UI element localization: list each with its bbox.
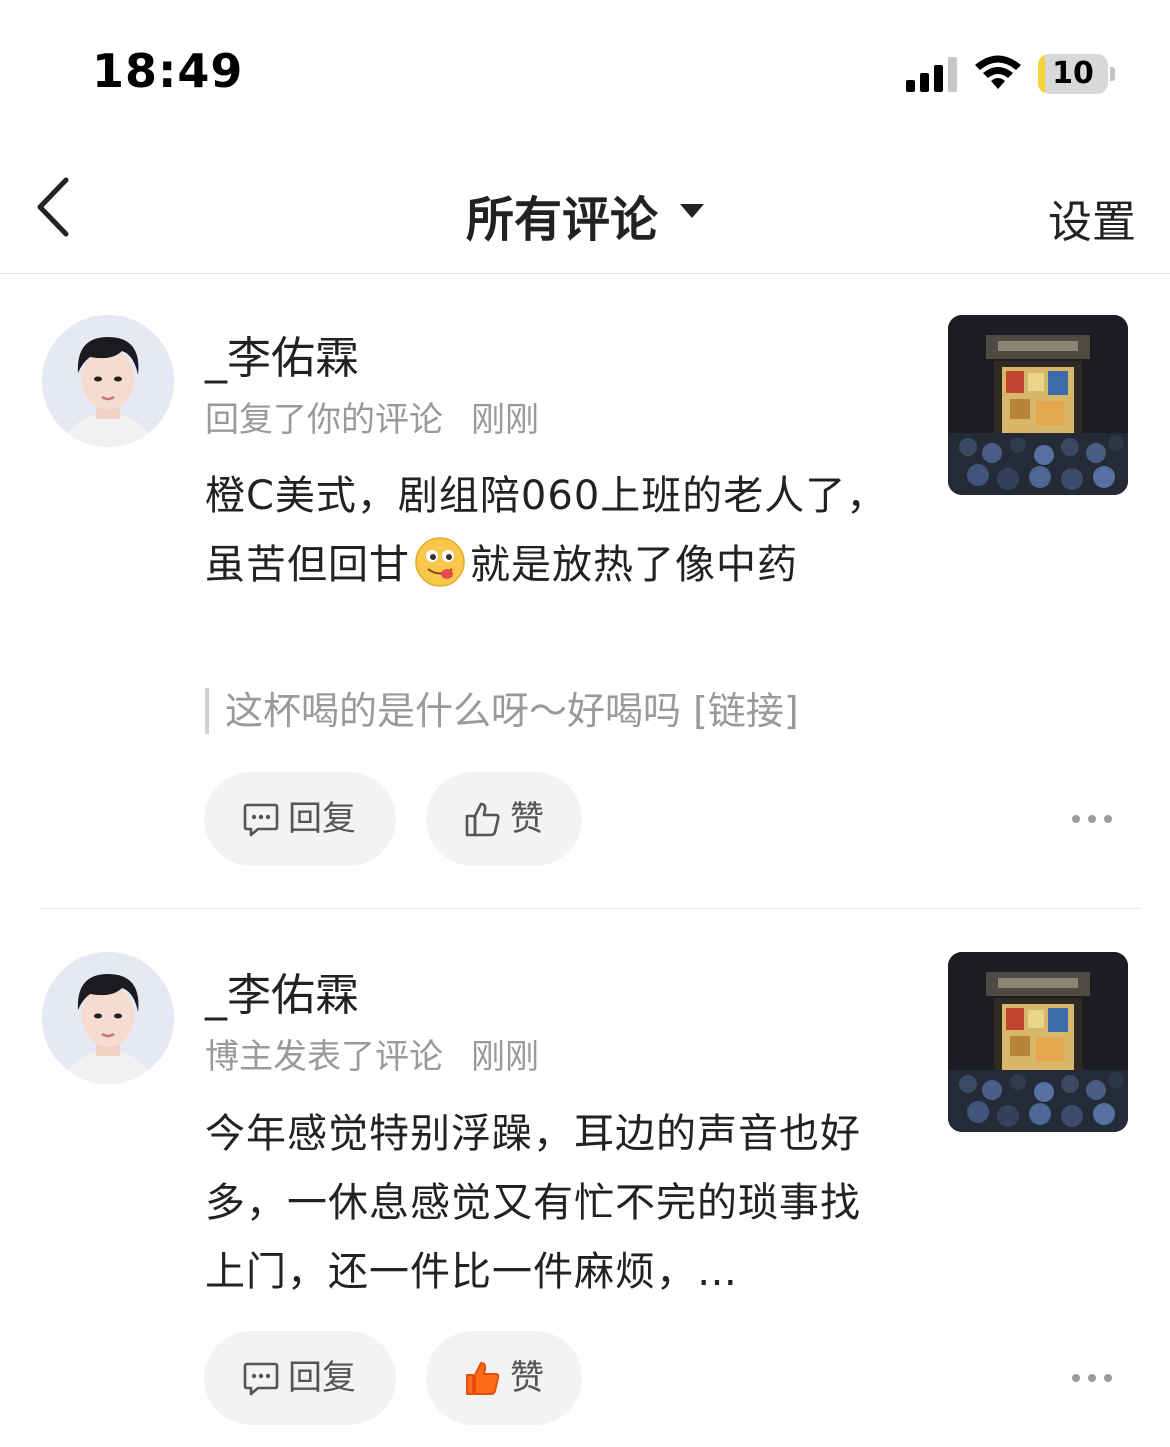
comment-meta: 回复了你的评论 刚刚: [205, 392, 539, 441]
nav-bar: 所有评论 设置: [0, 150, 1170, 274]
comment-action: 回复了你的评论: [205, 400, 443, 440]
battery-icon: 10: [1038, 54, 1116, 94]
avatar[interactable]: [42, 315, 174, 447]
comment-text[interactable]: 橙C美式，剧组陪060上班的老人了，虽苦但回甘 就是放热了像中药: [205, 462, 905, 600]
battery-level: 10: [1052, 56, 1094, 91]
like-label: 赞: [510, 1358, 544, 1398]
comment-meta: 博主发表了评论 刚刚: [205, 1029, 539, 1078]
yummy-face-emoji: [415, 537, 465, 587]
title-dropdown[interactable]: 所有评论: [0, 180, 1170, 250]
cellular-signal-icon: [906, 57, 957, 92]
page-title[interactable]: 所有评论: [466, 180, 658, 250]
comment-text[interactable]: 今年感觉特别浮躁，耳边的声音也好多，一休息感觉又有忙不完的琐事找上门，还一件比一…: [205, 1100, 895, 1307]
comment-username[interactable]: _李佑霖: [205, 959, 359, 1023]
like-button[interactable]: 赞: [426, 1331, 582, 1425]
quoted-comment[interactable]: 这杯喝的是什么呀～好喝吗 [链接]: [205, 688, 799, 734]
comment-bubble-icon: [243, 1362, 279, 1396]
post-thumbnail[interactable]: [948, 315, 1128, 495]
comment-bubble-icon: [243, 803, 279, 837]
thumbnail-image: [948, 315, 1128, 495]
thumbnail-image: [948, 952, 1128, 1132]
like-button[interactable]: 赞: [426, 772, 582, 866]
comment-text-part2: 就是放热了像中药: [470, 542, 798, 588]
more-options-icon[interactable]: [1068, 809, 1116, 829]
status-bar: 18:49 10: [0, 0, 1170, 150]
battery-cap: [1110, 67, 1115, 81]
caret-down-icon[interactable]: [680, 204, 704, 218]
reply-button[interactable]: 回复: [204, 1331, 396, 1425]
comment-time: 刚刚: [471, 400, 539, 440]
reply-label: 回复: [288, 1358, 356, 1398]
battery-body: 10: [1038, 54, 1108, 94]
like-label: 赞: [510, 799, 544, 839]
comment-divider: [40, 908, 1140, 909]
reply-button[interactable]: 回复: [204, 772, 396, 866]
wifi-icon: [975, 55, 1021, 89]
comment-time: 刚刚: [471, 1037, 539, 1077]
settings-button[interactable]: 设置: [1048, 186, 1136, 250]
avatar[interactable]: [42, 952, 174, 1084]
thumbs-up-icon: [465, 802, 500, 837]
status-time: 18:49: [92, 44, 244, 98]
more-options-icon[interactable]: [1068, 1368, 1116, 1388]
comment-username[interactable]: _李佑霖: [205, 322, 359, 386]
avatar-portrait: [42, 315, 174, 447]
thumbs-up-filled-icon: [466, 1362, 500, 1395]
reply-label: 回复: [288, 799, 356, 839]
comment-action: 博主发表了评论: [205, 1037, 443, 1077]
avatar-portrait: [42, 952, 174, 1084]
post-thumbnail[interactable]: [948, 952, 1128, 1132]
